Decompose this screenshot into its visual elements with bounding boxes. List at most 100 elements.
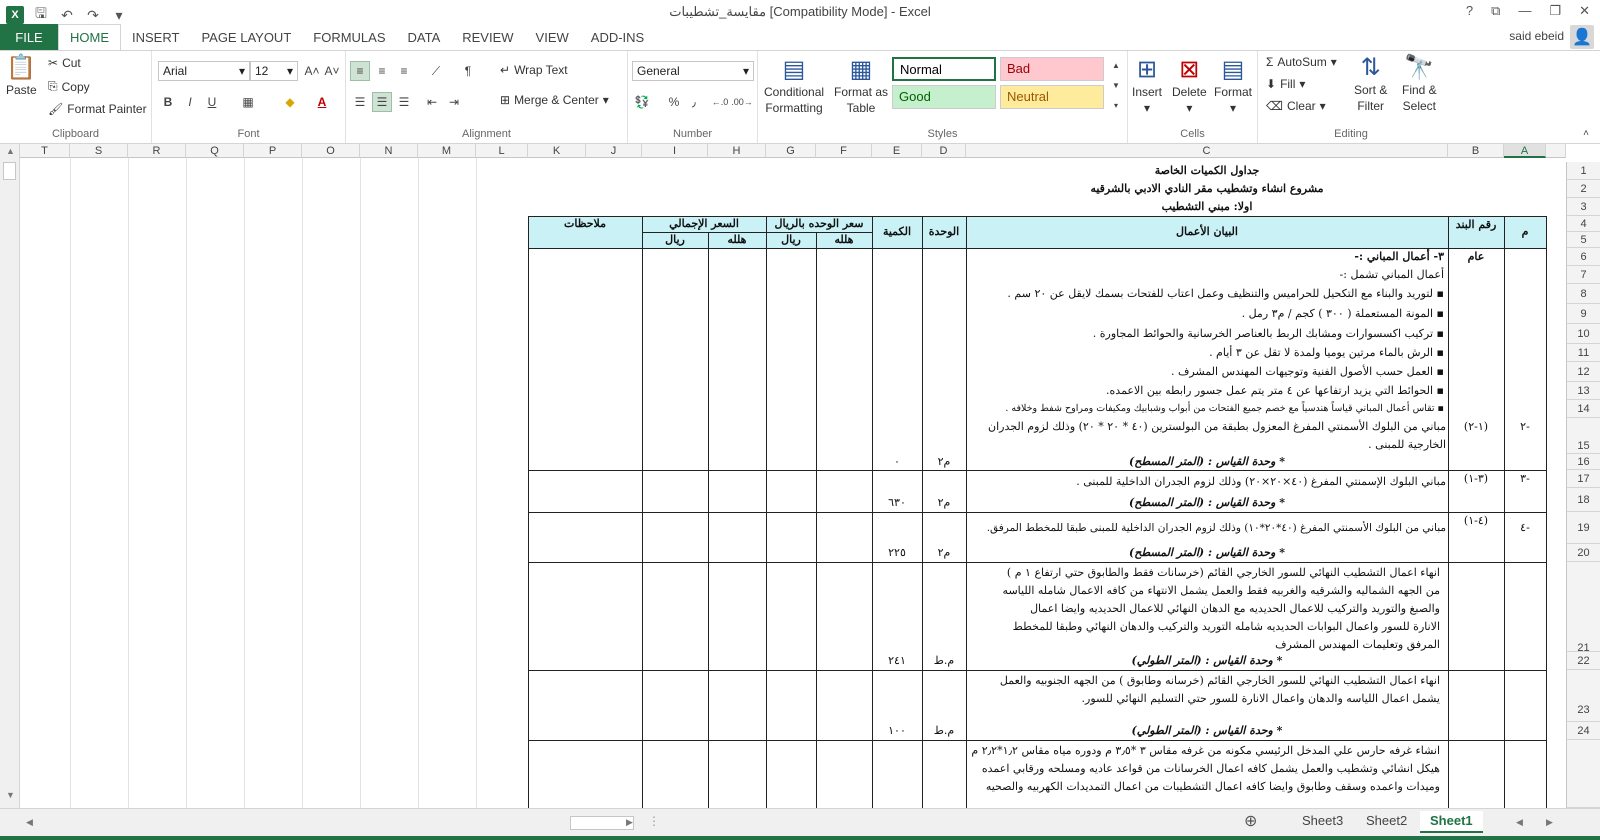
- cell-b15[interactable]: (١-٢): [1448, 418, 1504, 436]
- bullet-item[interactable]: ▪ الرش بالماء مرتين يوميا ولمدة لا تقل ع…: [970, 344, 1444, 362]
- hscroll-left-icon[interactable]: ◀: [26, 817, 33, 828]
- style-bad[interactable]: Bad: [1000, 57, 1104, 81]
- align-right-icon[interactable]: ☰: [394, 92, 414, 112]
- row-header[interactable]: 23: [1566, 670, 1600, 722]
- tab-insert[interactable]: INSERT: [121, 24, 190, 50]
- increase-decimal-button[interactable]: ←.0: [710, 92, 730, 112]
- cut-button[interactable]: ✂ Cut: [48, 56, 81, 70]
- minimize-icon[interactable]: —: [1518, 3, 1531, 19]
- cell-d16[interactable]: م٢: [922, 454, 966, 470]
- row-header[interactable]: 6: [1566, 248, 1600, 266]
- column-header[interactable]: P: [244, 144, 302, 158]
- hscroll-right-icon[interactable]: ▶: [626, 817, 633, 828]
- align-bottom-icon[interactable]: ≡: [394, 61, 414, 81]
- row-header[interactable]: 16: [1566, 454, 1600, 470]
- row-header[interactable]: 5: [1566, 232, 1600, 248]
- cell-d20[interactable]: م٢: [922, 544, 966, 562]
- row-header[interactable]: 19: [1566, 512, 1600, 544]
- find-select-button[interactable]: 🔭 Find & Select: [1402, 55, 1437, 114]
- cell-c17[interactable]: مباني البلوك الإسمنتي المفرغ (٤٠×٢٠×٢٠) …: [970, 470, 1446, 494]
- cell-c21[interactable]: انهاء اعمال التشطيب النهائي للسور الخارج…: [1000, 564, 1440, 652]
- cell-c23[interactable]: انهاء اعمال التشطيب النهائي للسور الخارج…: [970, 672, 1440, 720]
- cell-c19[interactable]: مباني من البلوك الأسمنتي المفرغ (٤٠*٢٠*١…: [968, 512, 1446, 544]
- orientation-icon[interactable]: ⟋: [426, 61, 446, 81]
- style-normal[interactable]: Normal: [892, 57, 996, 81]
- tab-file[interactable]: FILE: [0, 24, 58, 50]
- column-header[interactable]: R: [128, 144, 186, 158]
- collapse-ribbon-icon[interactable]: ˄: [1576, 123, 1596, 143]
- column-header[interactable]: K: [528, 144, 586, 158]
- column-header[interactable]: H: [708, 144, 766, 158]
- align-top-icon[interactable]: ≡: [350, 61, 370, 81]
- tab-home[interactable]: HOME: [58, 24, 121, 50]
- row-header[interactable]: 2: [1566, 180, 1600, 198]
- sheet-tab-3[interactable]: Sheet3: [1292, 811, 1353, 833]
- row-header[interactable]: 10: [1566, 324, 1600, 344]
- cell-e22[interactable]: ٢٤١: [872, 652, 922, 670]
- tab-formulas[interactable]: FORMULAS: [302, 24, 396, 50]
- row-header[interactable]: 4: [1566, 216, 1600, 232]
- bullet-item[interactable]: ▪ المونة المستعملة ( ٣٠٠ ) كجم / م٣ رمل …: [970, 304, 1444, 324]
- row-header[interactable]: 15: [1566, 418, 1600, 454]
- cell-c6[interactable]: ٣- أعمال المباني :-: [970, 248, 1444, 266]
- cell-b19[interactable]: (٤-١): [1448, 512, 1504, 530]
- column-header[interactable]: D: [922, 144, 966, 158]
- sheet-tab-1[interactable]: Sheet1: [1420, 811, 1483, 833]
- decrease-decimal-button[interactable]: .00→: [731, 92, 753, 112]
- cell-e20[interactable]: ٢٢٥: [872, 544, 922, 562]
- cell-a17[interactable]: -٣: [1504, 470, 1546, 488]
- column-header[interactable]: M: [418, 144, 476, 158]
- row-header[interactable]: 21: [1566, 562, 1600, 654]
- tab-page-layout[interactable]: PAGE LAYOUT: [190, 24, 302, 50]
- format-as-table-button[interactable]: ▦ Format as Table: [834, 57, 888, 116]
- fill-color-icon[interactable]: ◆: [280, 92, 300, 112]
- cell-e16[interactable]: ٠: [872, 454, 922, 470]
- ribbon-display-icon[interactable]: ⧉: [1491, 3, 1500, 19]
- delete-button[interactable]: ⊠ Delete ▾: [1172, 57, 1207, 116]
- row-header[interactable]: 14: [1566, 400, 1600, 418]
- bullet-item[interactable]: ▪ الحوائط التي يزيد ارتفاعها عن ٤ متر يت…: [970, 382, 1444, 400]
- tab-data[interactable]: DATA: [397, 24, 452, 50]
- rtl-icon[interactable]: ¶: [458, 61, 478, 81]
- sort-filter-button[interactable]: ⇅ Sort & Filter: [1354, 55, 1387, 114]
- increase-indent-icon[interactable]: ⇥: [444, 92, 464, 112]
- sheet-nav-next-icon[interactable]: ▶: [1546, 817, 1553, 828]
- row-header[interactable]: 20: [1566, 544, 1600, 562]
- cell-c24[interactable]: * وحدة القياس : (المتر الطولي): [966, 722, 1448, 740]
- cell-a15[interactable]: -٢: [1504, 418, 1546, 436]
- number-format-select[interactable]: General ▾: [632, 61, 754, 81]
- format-button[interactable]: ▤ Format ▾: [1214, 57, 1252, 116]
- sheet-nav-prev-icon[interactable]: ◀: [1516, 817, 1523, 828]
- cell-c18[interactable]: * وحدة القياس : (المتر المسطح): [966, 494, 1448, 512]
- scroll-up-icon[interactable]: ▲: [6, 146, 15, 156]
- style-neutral[interactable]: Neutral: [1000, 85, 1104, 109]
- merge-center-button[interactable]: ⊞ Merge & Center ▾: [500, 93, 609, 107]
- sheet-title-3[interactable]: اولا: مبني التشطيب: [966, 198, 1448, 216]
- column-header[interactable]: C: [966, 144, 1448, 158]
- column-header[interactable]: G: [766, 144, 816, 158]
- scroll-down-icon[interactable]: ▼: [6, 790, 15, 800]
- row-header[interactable]: 11: [1566, 344, 1600, 362]
- row-header[interactable]: 8: [1566, 284, 1600, 304]
- percent-button[interactable]: %: [664, 92, 684, 112]
- align-left-icon[interactable]: ☰: [350, 92, 370, 112]
- bullet-item[interactable]: ▪ تركيب اكسسوارات ومشابك الربط بالعناصر …: [970, 324, 1444, 344]
- column-header[interactable]: S: [70, 144, 128, 158]
- currency-icon[interactable]: 💱: [632, 92, 652, 112]
- cell-e24[interactable]: ١٠٠: [872, 722, 922, 740]
- restore-icon[interactable]: ❐: [1549, 3, 1561, 19]
- wrap-text-button[interactable]: ↵ Wrap Text: [500, 63, 568, 77]
- bullet-item[interactable]: ▪ لتوريد والبناء مع التكحيل للحراميس وال…: [970, 284, 1444, 304]
- italic-button[interactable]: I: [180, 92, 200, 112]
- row-header[interactable]: 1: [1566, 162, 1600, 180]
- cell-c7[interactable]: أعمال المباني تشمل :-: [970, 266, 1444, 284]
- cell-b6[interactable]: عام: [1448, 248, 1504, 266]
- styles-scroll-down-icon[interactable]: ▼: [1106, 75, 1126, 95]
- align-middle-icon[interactable]: ≡: [372, 61, 392, 81]
- avatar[interactable]: 👤: [1570, 25, 1594, 49]
- sheet-title-2[interactable]: مشروع انشاء وتشطيب مقر النادي الادبي بال…: [966, 180, 1448, 198]
- column-header[interactable]: Q: [186, 144, 244, 158]
- column-header[interactable]: T: [20, 144, 70, 158]
- user-name[interactable]: said ebeid: [1509, 29, 1564, 43]
- insert-button[interactable]: ⊞ Insert ▾: [1132, 57, 1162, 116]
